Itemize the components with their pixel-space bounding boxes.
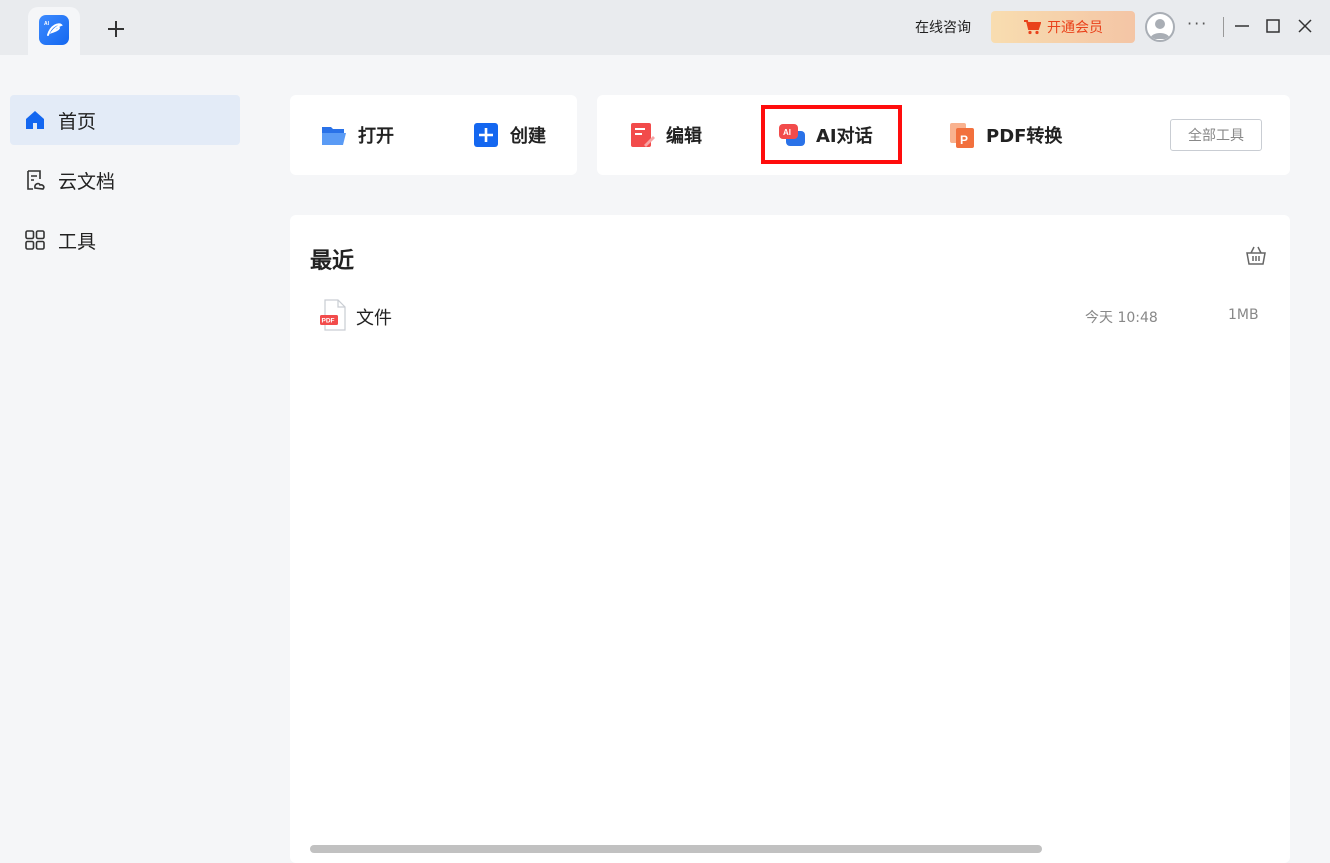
maximize-icon: [1266, 19, 1280, 33]
grid-icon: [25, 230, 45, 250]
logo-badge: AI: [44, 21, 50, 27]
clear-recent-button[interactable]: [1245, 245, 1267, 265]
pdf-convert-icon: P: [950, 123, 974, 148]
home-icon: [26, 111, 44, 129]
file-name: 文件: [356, 308, 392, 329]
svg-text:P: P: [960, 133, 968, 147]
sidebar-item-label: 工具: [58, 230, 97, 253]
recent-file-row[interactable]: PDF 文件 今天 10:48 1MB: [310, 296, 1270, 336]
sidebar-item-label: 云文档: [58, 170, 116, 193]
sidebar-item-label: 首页: [58, 110, 97, 133]
maximize-button[interactable]: [1265, 18, 1281, 34]
pdf-convert-label: PDF转换: [986, 126, 1063, 147]
edit-label: 编辑: [666, 126, 702, 147]
title-bar: AI 在线咨询 开通会员 ···: [0, 0, 1330, 55]
close-icon: [1298, 19, 1312, 33]
plus-square-icon: [474, 123, 498, 147]
all-tools-button[interactable]: 全部工具: [1170, 119, 1262, 151]
folder-open-icon: [322, 127, 346, 145]
new-tab-button[interactable]: [104, 17, 128, 41]
titlebar-divider: [1223, 17, 1224, 37]
user-avatar[interactable]: [1145, 12, 1175, 42]
sidebar-item-cloud-docs[interactable]: 云文档: [10, 155, 240, 205]
app-logo-icon: AI: [39, 15, 69, 45]
edit-button[interactable]: 编辑: [628, 121, 702, 149]
plus-icon: [108, 21, 124, 37]
sidebar-item-home[interactable]: 首页: [10, 95, 240, 145]
pdf-file-icon: PDF: [320, 299, 346, 331]
horizontal-scrollbar[interactable]: [310, 845, 1042, 853]
more-menu-button[interactable]: ···: [1187, 14, 1208, 33]
cart-icon: [1024, 20, 1041, 35]
file-size: 1MB: [1228, 307, 1259, 323]
user-icon: [1150, 19, 1170, 39]
create-label: 创建: [510, 126, 546, 147]
vip-label: 开通会员: [1047, 20, 1103, 36]
basket-icon: [1246, 246, 1266, 265]
create-button[interactable]: 创建: [472, 121, 546, 149]
open-label: 打开: [358, 126, 394, 147]
pdf-convert-button[interactable]: P PDF转换: [948, 121, 1062, 149]
app-home-tab[interactable]: AI: [28, 7, 80, 55]
edit-doc-icon: [631, 123, 655, 147]
vip-button[interactable]: 开通会员: [991, 11, 1135, 43]
minimize-button[interactable]: [1234, 18, 1250, 34]
minimize-icon: [1235, 25, 1249, 27]
cloud-doc-icon: [27, 170, 45, 190]
recent-title: 最近: [310, 249, 355, 274]
file-time: 今天 10:48: [1085, 310, 1158, 326]
close-button[interactable]: [1297, 18, 1313, 34]
online-consult-link[interactable]: 在线咨询: [915, 17, 971, 37]
sidebar-item-tools[interactable]: 工具: [10, 215, 240, 265]
file-type-badge: PDF: [322, 318, 335, 325]
sidebar: 首页 云文档 工具: [0, 55, 250, 863]
ai-chat-highlight-box: [761, 105, 902, 164]
open-button[interactable]: 打开: [320, 121, 394, 149]
